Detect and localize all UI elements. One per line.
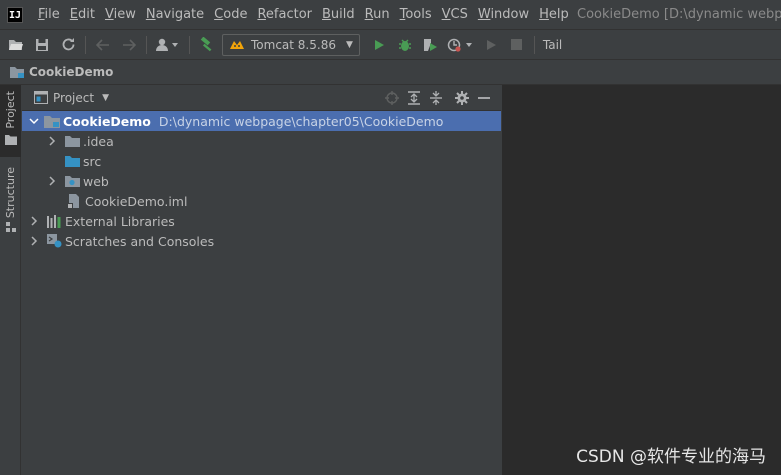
panel-actions <box>381 89 495 107</box>
menu-bar: IJ File Edit View Navigate Code Refactor Build… <box>0 0 781 29</box>
csdn-watermark: CSDN @软件专业的海马 <box>576 447 766 467</box>
source-folder-icon <box>64 154 80 168</box>
tree-item-path: D:\dynamic webpage\chapter05\CookieDemo <box>158 113 444 129</box>
chevron-down-icon: ▼ <box>345 39 353 50</box>
chevron-right-icon[interactable] <box>28 235 40 247</box>
tree-item-scratches[interactable]: Scratches and Consoles <box>22 231 501 251</box>
project-tree: CookieDemo D:\dynamic webpage\chapter05\… <box>22 111 501 251</box>
tree-item-iml[interactable]: CookieDemo.iml <box>22 191 501 211</box>
folder-icon <box>64 134 80 148</box>
menu-run[interactable]: Run <box>360 0 395 29</box>
locate-target-icon[interactable] <box>381 89 403 107</box>
module-folder-icon <box>44 114 60 128</box>
scratches-icon <box>46 234 62 248</box>
gear-icon[interactable] <box>451 89 473 107</box>
project-folder-icon <box>10 67 24 78</box>
tree-item-label: src <box>83 153 102 169</box>
project-panel-title[interactable]: Project <box>53 91 94 105</box>
menu-code[interactable]: Code <box>209 0 252 29</box>
tab-structure[interactable]: Structure <box>0 163 21 235</box>
expand-all-icon[interactable] <box>403 89 425 107</box>
web-folder-icon <box>64 174 80 188</box>
toolbar-separator <box>533 35 535 54</box>
menu-build[interactable]: Build <box>317 0 360 29</box>
chevron-down-icon[interactable] <box>28 115 40 127</box>
tree-item-src[interactable]: src <box>22 151 501 171</box>
tail-button[interactable]: Tail <box>543 38 562 52</box>
tree-item-label: CookieDemo.iml <box>85 193 188 209</box>
tree-item-web[interactable]: web <box>22 171 501 191</box>
chevron-right-icon[interactable] <box>46 135 58 147</box>
run-icon[interactable] <box>366 33 392 57</box>
menu-view[interactable]: View <box>100 0 141 29</box>
tree-item-label: .idea <box>83 133 114 149</box>
tree-item-idea[interactable]: .idea <box>22 131 501 151</box>
menu-file[interactable]: File <box>33 0 65 29</box>
build-hammer-icon[interactable] <box>194 33 220 57</box>
breadcrumb-project[interactable]: CookieDemo <box>29 65 113 79</box>
structure-icon <box>5 222 16 233</box>
save-all-icon[interactable] <box>29 33 55 57</box>
tree-item-root[interactable]: CookieDemo D:\dynamic webpage\chapter05\… <box>22 111 501 131</box>
menu-help[interactable]: Help <box>534 0 574 29</box>
chevron-right-icon[interactable] <box>46 175 58 187</box>
minimize-icon[interactable] <box>473 89 495 107</box>
tab-project-label: Project <box>4 91 17 129</box>
tree-item-label: External Libraries <box>65 213 175 229</box>
tab-project[interactable]: Project <box>0 85 21 157</box>
project-panel-header: Project ▼ <box>22 85 501 111</box>
menu-tools[interactable]: Tools <box>395 0 437 29</box>
tree-item-external-libraries[interactable]: External Libraries <box>22 211 501 231</box>
toolbar-separator <box>85 35 86 54</box>
module-file-icon <box>66 194 82 208</box>
intellij-logo-icon: IJ <box>7 6 23 23</box>
user-vcs-icon[interactable] <box>151 33 185 57</box>
menu-vcs[interactable]: VCS <box>437 0 473 29</box>
forward-arrow-icon[interactable] <box>116 33 142 57</box>
folder-icon <box>4 134 17 145</box>
debug-bug-icon[interactable] <box>392 33 418 57</box>
menu-edit[interactable]: Edit <box>65 0 100 29</box>
back-arrow-icon[interactable] <box>90 33 116 57</box>
chevron-down-icon[interactable]: ▼ <box>102 93 109 103</box>
menu-window[interactable]: Window <box>473 0 534 29</box>
editor-area[interactable]: CSDN @软件专业的海马 <box>502 85 781 475</box>
coverage-icon[interactable] <box>418 33 444 57</box>
tree-item-label: CookieDemo <box>63 113 151 129</box>
collapse-all-icon[interactable] <box>425 89 447 107</box>
chevron-right-icon[interactable] <box>28 215 40 227</box>
resume-icon[interactable] <box>478 33 504 57</box>
sync-icon[interactable] <box>55 33 81 57</box>
project-panel: Project ▼ CookieDemo D:\dynamic webpage\… <box>22 85 501 475</box>
left-tool-strip: Project Structure <box>0 85 21 475</box>
toolbar-separator <box>189 35 190 54</box>
menu-navigate[interactable]: Navigate <box>141 0 209 29</box>
tree-item-label: Scratches and Consoles <box>65 233 215 249</box>
toolbar-separator <box>146 35 147 54</box>
menu-refactor[interactable]: Refactor <box>252 0 317 29</box>
project-view-icon <box>34 91 48 104</box>
main-toolbar: Tomcat 8.5.86 ▼ Tail <box>0 29 781 60</box>
profiler-icon[interactable] <box>444 33 478 57</box>
tree-item-label: web <box>83 173 109 189</box>
tomcat-icon <box>230 40 244 49</box>
window-title: CookieDemo [D:\dynamic webpage <box>577 7 781 22</box>
breadcrumb: CookieDemo <box>0 60 781 85</box>
run-configuration-dropdown[interactable]: Tomcat 8.5.86 ▼ <box>222 33 360 56</box>
stop-icon[interactable] <box>504 33 530 57</box>
run-config-label: Tomcat 8.5.86 <box>251 37 336 52</box>
tab-structure-label: Structure <box>4 167 17 219</box>
library-books-icon <box>46 214 62 228</box>
open-folder-icon[interactable] <box>3 33 29 57</box>
